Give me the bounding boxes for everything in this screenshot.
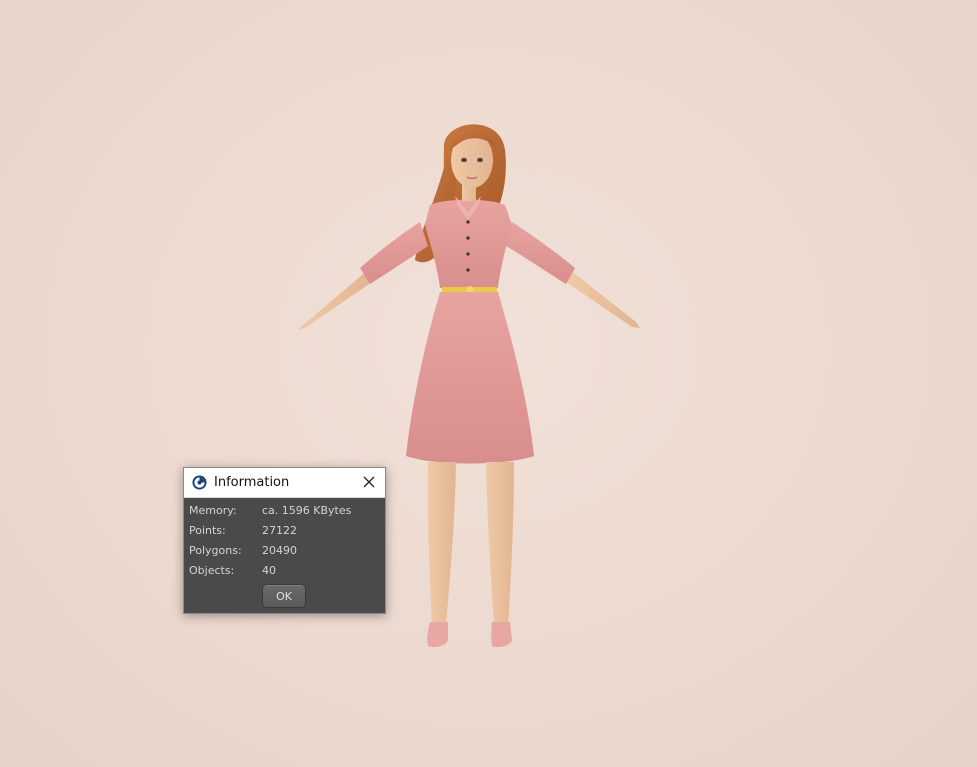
polygons-value: 20490 [262,544,297,557]
render-viewport [0,0,977,767]
points-value: 27122 [262,524,297,537]
memory-label: Memory: [189,504,237,517]
information-dialog: Information Memory: ca. 1596 KBytes Poin… [183,467,386,614]
character-figure [298,124,640,648]
dialog-titlebar[interactable]: Information [184,468,385,498]
polygons-label: Polygons: [189,544,242,557]
points-label: Points: [189,524,226,537]
objects-label: Objects: [189,564,235,577]
cinema4d-logo-icon [192,475,207,490]
dialog-title: Information [214,475,290,490]
ok-button[interactable]: OK [262,584,306,608]
close-icon[interactable] [359,472,379,492]
objects-value: 40 [262,564,276,577]
memory-value: ca. 1596 KBytes [262,504,352,517]
